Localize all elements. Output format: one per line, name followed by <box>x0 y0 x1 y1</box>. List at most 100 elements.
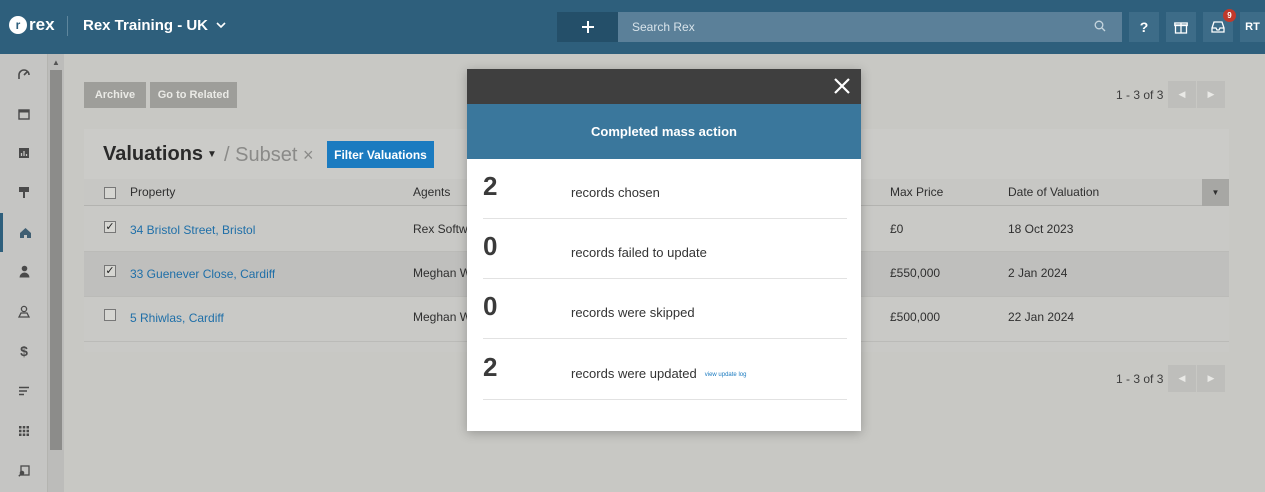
property-link[interactable]: 33 Guenever Close, Cardiff <box>130 267 275 281</box>
stat-number: 0 <box>483 231 498 261</box>
pager-prev-bottom[interactable]: ◀ <box>1168 365 1196 392</box>
stat-label: records were updated <box>571 366 697 381</box>
top-divider <box>67 16 68 36</box>
account-switcher[interactable]: Rex Training - UK <box>83 17 226 34</box>
scroll-up-icon[interactable]: ▲ <box>52 58 60 67</box>
stat-number: 2 <box>483 352 498 382</box>
user-avatar[interactable]: RT <box>1240 12 1265 42</box>
inbox-icon <box>1211 21 1225 33</box>
chevron-right-icon: ▶ <box>1207 89 1215 99</box>
account-name: Rex Training - UK <box>83 17 209 34</box>
global-search <box>618 12 1122 42</box>
max-price-cell: £0 <box>890 222 904 236</box>
row-checkbox[interactable] <box>104 309 116 321</box>
stat-number: 2 <box>483 171 498 201</box>
close-icon[interactable] <box>832 76 852 96</box>
lines-icon <box>19 386 29 395</box>
stat-label: records chosen <box>571 185 660 200</box>
stat-records-skipped: 0 records were skipped <box>483 279 847 339</box>
scroll-thumb[interactable] <box>50 70 62 450</box>
sidebar-item-search-listings[interactable] <box>0 451 48 490</box>
help-icon: ? <box>1139 19 1149 35</box>
agents-cell: Meghan Walker <box>413 310 468 324</box>
clear-subset-icon[interactable]: × <box>303 145 314 165</box>
search-icon[interactable] <box>1094 20 1106 32</box>
filter-valuations-button[interactable]: Filter Valuations <box>327 141 434 168</box>
sidebar-item-apps[interactable] <box>0 411 48 450</box>
view-update-log-link[interactable]: view update log <box>705 372 747 378</box>
sidebar-item-contacts[interactable] <box>0 252 48 291</box>
property-link[interactable]: 5 Rhiwlas, Cardiff <box>130 311 224 325</box>
dashboard-icon <box>18 68 30 79</box>
sidebar-item-listings[interactable] <box>0 173 48 212</box>
chevron-left-icon: ◀ <box>1178 89 1186 99</box>
date-cell: 18 Oct 2023 <box>1008 222 1074 236</box>
row-checkbox[interactable]: ✓ <box>104 265 116 277</box>
notifications-button[interactable]: 9 <box>1203 9 1236 42</box>
rex-logo[interactable]: r rex <box>9 15 55 35</box>
sidebar-item-calendar[interactable] <box>0 94 48 133</box>
apps-grid-icon <box>19 425 29 436</box>
user-initials: RT <box>1245 21 1260 33</box>
caret-down-icon: ▼ <box>207 149 217 161</box>
property-link[interactable]: 34 Bristol Street, Bristol <box>130 223 255 237</box>
gift-icon <box>1174 22 1188 34</box>
max-price-cell: £500,000 <box>890 310 941 324</box>
dialog-top-bar <box>467 69 861 104</box>
pager-next-top[interactable]: ▶ <box>1197 81 1225 108</box>
list-title-text: Valuations <box>103 143 204 165</box>
pager-count-bottom: 1 - 3 of 3 <box>1116 372 1164 386</box>
sidebar-scrollbar[interactable]: ▲ <box>48 54 64 492</box>
sidebar-item-dashboard[interactable] <box>0 54 48 93</box>
notification-badge: 9 <box>1223 9 1236 22</box>
gift-button[interactable] <box>1166 12 1196 42</box>
column-options-toggle[interactable]: ▼ <box>1202 179 1229 206</box>
date-cell: 2 Jan 2024 <box>1008 266 1068 280</box>
sidebar-item-leads[interactable] <box>0 292 48 331</box>
row-checkbox[interactable]: ✓ <box>104 221 116 233</box>
rex-logo-mark-icon: r <box>9 16 27 34</box>
archive-button[interactable]: Archive <box>84 82 146 108</box>
sidebar-item-reports[interactable] <box>0 133 48 172</box>
column-property[interactable]: Property <box>130 185 175 199</box>
list-title[interactable]: Valuations ▼ <box>103 143 217 166</box>
search-input[interactable] <box>632 20 1072 34</box>
subset-label: / Subset × <box>224 144 313 167</box>
chevron-down-icon <box>216 20 226 32</box>
reports-icon <box>19 147 29 158</box>
sidebar: $ <box>0 54 48 492</box>
person-icon <box>19 265 29 278</box>
agents-cell: Meghan Walker <box>413 266 468 280</box>
pager-count-top: 1 - 3 of 3 <box>1116 88 1164 102</box>
add-button[interactable] <box>557 12 618 42</box>
pager-next-bottom[interactable]: ▶ <box>1197 365 1225 392</box>
date-cell: 22 Jan 2024 <box>1008 310 1075 324</box>
column-agents[interactable]: Agents <box>413 185 450 199</box>
mass-action-dialog: Completed mass action 2 records chosen 0… <box>467 69 861 431</box>
stat-records-chosen: 2 records chosen <box>483 159 847 219</box>
home-icon <box>20 227 31 238</box>
signboard-icon <box>19 187 29 198</box>
help-button[interactable]: ? <box>1129 12 1159 42</box>
sidebar-item-finance[interactable]: $ <box>0 331 48 370</box>
dollar-icon: $ <box>20 342 28 359</box>
pager-prev-top[interactable]: ◀ <box>1168 81 1196 108</box>
select-all-checkbox[interactable] <box>104 187 116 199</box>
sidebar-item-properties[interactable] <box>0 213 48 252</box>
stat-label-wrap: records were updated view update log <box>571 366 746 381</box>
column-date-of-valuation[interactable]: Date of Valuation <box>1008 185 1099 199</box>
dialog-title: Completed mass action <box>467 104 861 159</box>
stat-label: records were skipped <box>571 305 695 320</box>
logo-text: rex <box>29 15 55 34</box>
calendar-icon <box>18 108 30 120</box>
search-document-icon <box>18 464 30 477</box>
chevron-left-icon: ◀ <box>1178 373 1186 383</box>
stat-records-failed: 0 records failed to update <box>483 219 847 279</box>
max-price-cell: £550,000 <box>890 266 941 280</box>
sidebar-item-lists[interactable] <box>0 371 48 410</box>
subset-text: / Subset <box>224 144 298 166</box>
go-to-related-button[interactable]: Go to Related <box>150 82 237 108</box>
column-max-price[interactable]: Max Price <box>890 185 943 199</box>
chevron-right-icon: ▶ <box>1207 373 1215 383</box>
caret-down-icon: ▼ <box>1211 188 1220 197</box>
